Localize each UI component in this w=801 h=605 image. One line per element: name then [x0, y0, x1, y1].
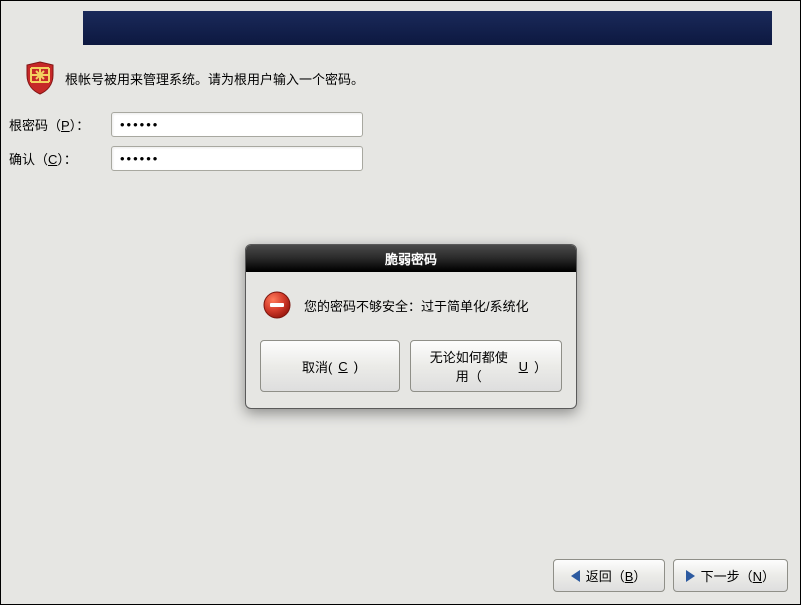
confirm-accel: C: [48, 152, 57, 167]
dialog-title: 脆弱密码: [385, 249, 437, 268]
next-suffix: ）: [762, 569, 775, 584]
root-password-accel: P: [61, 118, 70, 133]
weak-password-dialog: 脆弱密码 您的密码不够安全：过于简单化/系统化 取消(C) 无论如何都使: [245, 244, 577, 409]
footer: 返回（B） 下一步（N）: [553, 559, 788, 592]
cancel-suffix: ): [354, 359, 358, 374]
use-anyway-prefix: 无论如何都使用（: [425, 347, 513, 385]
root-password-input[interactable]: [111, 112, 363, 137]
top-banner: [83, 11, 772, 45]
cancel-accel: C: [338, 359, 347, 374]
dialog-titlebar: 脆弱密码: [246, 245, 576, 272]
back-button[interactable]: 返回（B）: [553, 559, 665, 592]
arrow-left-icon: [571, 570, 580, 582]
use-anyway-accel: U: [519, 359, 528, 374]
root-password-label: 根密码（P）：: [9, 115, 111, 134]
arrow-right-icon: [686, 570, 695, 582]
dialog-body: 您的密码不够安全：过于简单化/系统化: [246, 272, 576, 332]
dialog-message: 您的密码不够安全：过于简单化/系统化: [304, 296, 529, 315]
confirm-password-row: 确认（C）：: [9, 143, 363, 173]
intro-row: 根帐号被用来管理系统。请为根用户输入一个密码。: [25, 61, 776, 95]
cancel-button[interactable]: 取消( C): [260, 340, 400, 392]
confirm-label-suffix: ）：: [57, 152, 77, 167]
form-area: 根密码（P）： 确认（C）：: [9, 109, 363, 177]
confirm-password-label: 确认（C）：: [9, 149, 111, 168]
root-password-label-prefix: 根密码（: [9, 118, 61, 133]
next-button[interactable]: 下一步（N）: [673, 559, 788, 592]
confirm-label-prefix: 确认（: [9, 152, 48, 167]
use-anyway-suffix: ）: [534, 357, 547, 376]
next-accel: N: [753, 569, 762, 584]
cancel-prefix: 取消(: [302, 357, 332, 376]
intro-text: 根帐号被用来管理系统。请为根用户输入一个密码。: [65, 69, 364, 88]
back-prefix: 返回（: [586, 569, 625, 584]
dialog-buttons: 取消( C) 无论如何都使用（ U ）: [246, 332, 576, 408]
shield-icon: [25, 61, 55, 95]
root-password-row: 根密码（P）：: [9, 109, 363, 139]
next-prefix: 下一步（: [701, 569, 753, 584]
confirm-password-input[interactable]: [111, 146, 363, 171]
error-icon: [262, 290, 292, 320]
use-anyway-button[interactable]: 无论如何都使用（ U ）: [410, 340, 562, 392]
back-suffix: ）: [633, 569, 646, 584]
root-password-label-suffix: ）：: [70, 118, 90, 133]
